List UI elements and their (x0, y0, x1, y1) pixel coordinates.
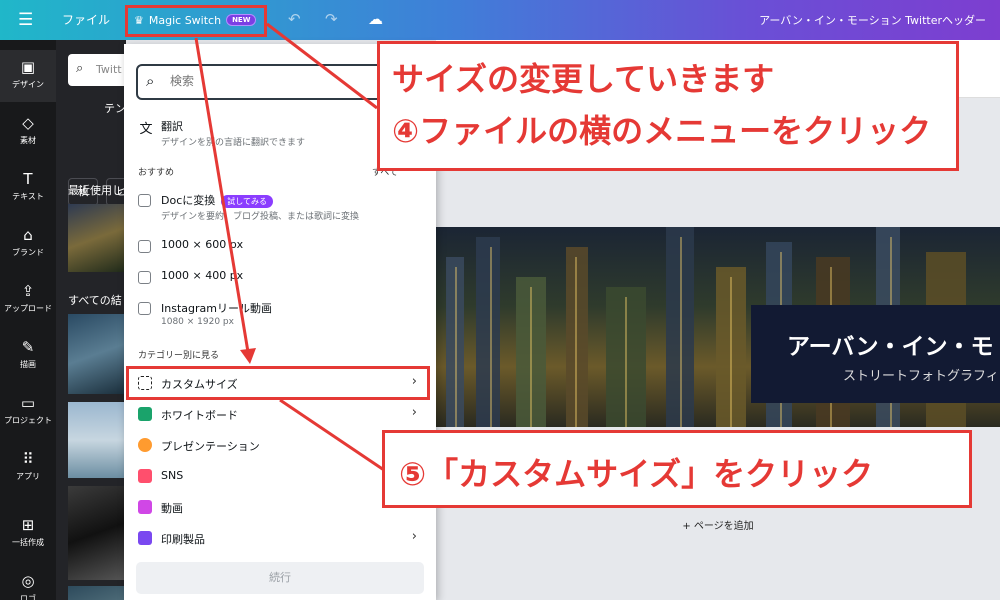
design-page[interactable]: アーバン・イン・モ ストリートフォトグラフィ (436, 227, 1000, 427)
folder-icon: ▭ (20, 394, 36, 412)
add-page-button[interactable]: + ページを追加 (436, 510, 1000, 544)
apps-icon: ⠿ (22, 450, 34, 468)
size-option[interactable]: 1000 × 600 px (138, 238, 423, 256)
magic-switch-highlight (125, 5, 267, 37)
layout-icon: ▣ (20, 58, 36, 76)
template-search-input[interactable]: ⌕ Twitt (68, 54, 126, 86)
checkbox[interactable] (138, 240, 151, 253)
size-option[interactable]: Instagramリール動画 1080 × 1920 px (138, 300, 423, 330)
redo-icon[interactable]: ↷ (325, 10, 338, 28)
banner-title: アーバン・イン・モ (787, 334, 994, 360)
search-icon: ⌕ (76, 61, 84, 76)
category-print[interactable]: 印刷製品 › (138, 529, 423, 549)
upload-icon: ⇪ (21, 282, 35, 300)
logo-icon: ◎ (21, 572, 35, 590)
checkbox[interactable] (138, 302, 151, 315)
rail-item-brand[interactable]: ⌂ ブランド (0, 220, 56, 258)
undo-icon[interactable]: ↶ (288, 10, 301, 28)
rail-item-design[interactable]: ▣ デザイン (0, 50, 56, 102)
template-thumbnail[interactable] (68, 402, 126, 478)
rail-item-projects[interactable]: ▭ プロジェクト (0, 388, 56, 426)
category-whiteboard[interactable]: ホワイトボード › (138, 405, 423, 425)
whiteboard-icon (138, 407, 152, 421)
callout-step4-line1: サイズの変更していきます (392, 60, 775, 98)
recommended-heading: おすすめ (138, 168, 175, 178)
tab-templates[interactable]: テン (104, 100, 126, 116)
category-sns[interactable]: SNS (138, 469, 423, 487)
try-badge: 試してみる (221, 195, 274, 208)
banner-text-box[interactable]: アーバン・イン・モ ストリートフォトグラフィ (751, 305, 1000, 403)
callout-step4-line2: ④ファイルの横のメニューをクリック (392, 112, 932, 150)
callout-step5: ⑤「カスタムサイズ」をクリック (382, 430, 972, 508)
banner-subtitle: ストリートフォトグラフィ (843, 369, 999, 384)
cloud-save-icon[interactable]: ☁ (368, 10, 383, 28)
recent-heading: 最近使用し (68, 184, 123, 197)
presentation-icon (138, 438, 152, 452)
template-thumbnail[interactable] (68, 586, 126, 600)
chevron-right-icon: › (411, 529, 417, 544)
rail-item-draw[interactable]: ✎ 描画 (0, 332, 56, 370)
template-thumbnail[interactable] (68, 314, 126, 394)
template-thumbnail[interactable] (68, 486, 126, 580)
menu-icon[interactable]: ☰ (18, 10, 38, 30)
rail-item-bulk-create[interactable]: ⊞ 一括作成 (0, 510, 56, 548)
rail-item-text[interactable]: T テキスト (0, 164, 56, 202)
print-icon (138, 531, 152, 545)
checkbox[interactable] (138, 271, 151, 284)
shapes-icon: ◇ (22, 114, 34, 132)
rail-item-upload[interactable]: ⇪ アップロード (0, 276, 56, 314)
translate-icon: 文 (139, 122, 153, 137)
checkbox[interactable] (138, 194, 151, 207)
side-panel: ⌕ Twitt テン 秋 ヒ 最近使用し すべての結 (56, 40, 126, 600)
category-video[interactable]: 動画 (138, 500, 423, 518)
left-rail: ▣ デザイン ◇ 素材 T テキスト ⌂ ブランド ⇪ アップロード ✎ 描画 ▭ プロジェク… (0, 40, 56, 600)
size-option[interactable]: 1000 × 400 px (138, 269, 423, 287)
rail-item-elements[interactable]: ◇ 素材 (0, 108, 56, 146)
rail-item-apps[interactable]: ⠿ アプリ (0, 444, 56, 482)
callout-step4: サイズの変更していきます ④ファイルの横のメニューをクリック (377, 41, 959, 171)
bulk-create-icon: ⊞ (21, 516, 35, 534)
chevron-right-icon: › (411, 405, 417, 420)
text-icon: T (23, 170, 33, 188)
draw-icon: ✎ (21, 338, 35, 356)
video-icon (138, 500, 152, 514)
continue-button[interactable]: 続行 (136, 562, 424, 594)
category-presentation[interactable]: プレゼンテーション (138, 438, 423, 456)
search-icon: ⌕ (146, 72, 155, 90)
doc-convert-item[interactable]: Docに変換 試してみる デザインを要約、ブログ投稿、または歌詞に変換 (138, 192, 423, 222)
brand-icon: ⌂ (23, 226, 33, 244)
sns-heart-icon (138, 469, 152, 483)
all-results-heading: すべての結 (68, 294, 122, 307)
custom-size-highlight (126, 366, 430, 400)
recent-template-thumbnail[interactable] (68, 204, 126, 272)
design-title[interactable]: アーバン・イン・モーション Twitterヘッダー (759, 12, 986, 28)
category-heading: カテゴリー別に見る (138, 351, 220, 361)
file-menu-button[interactable]: ファイル (62, 11, 110, 28)
menu-search-input[interactable] (170, 74, 370, 88)
callout-step5-line1: ⑤「カスタムサイズ」をクリック (399, 455, 874, 493)
rail-item-logo[interactable]: ◎ ロゴ (0, 566, 56, 600)
